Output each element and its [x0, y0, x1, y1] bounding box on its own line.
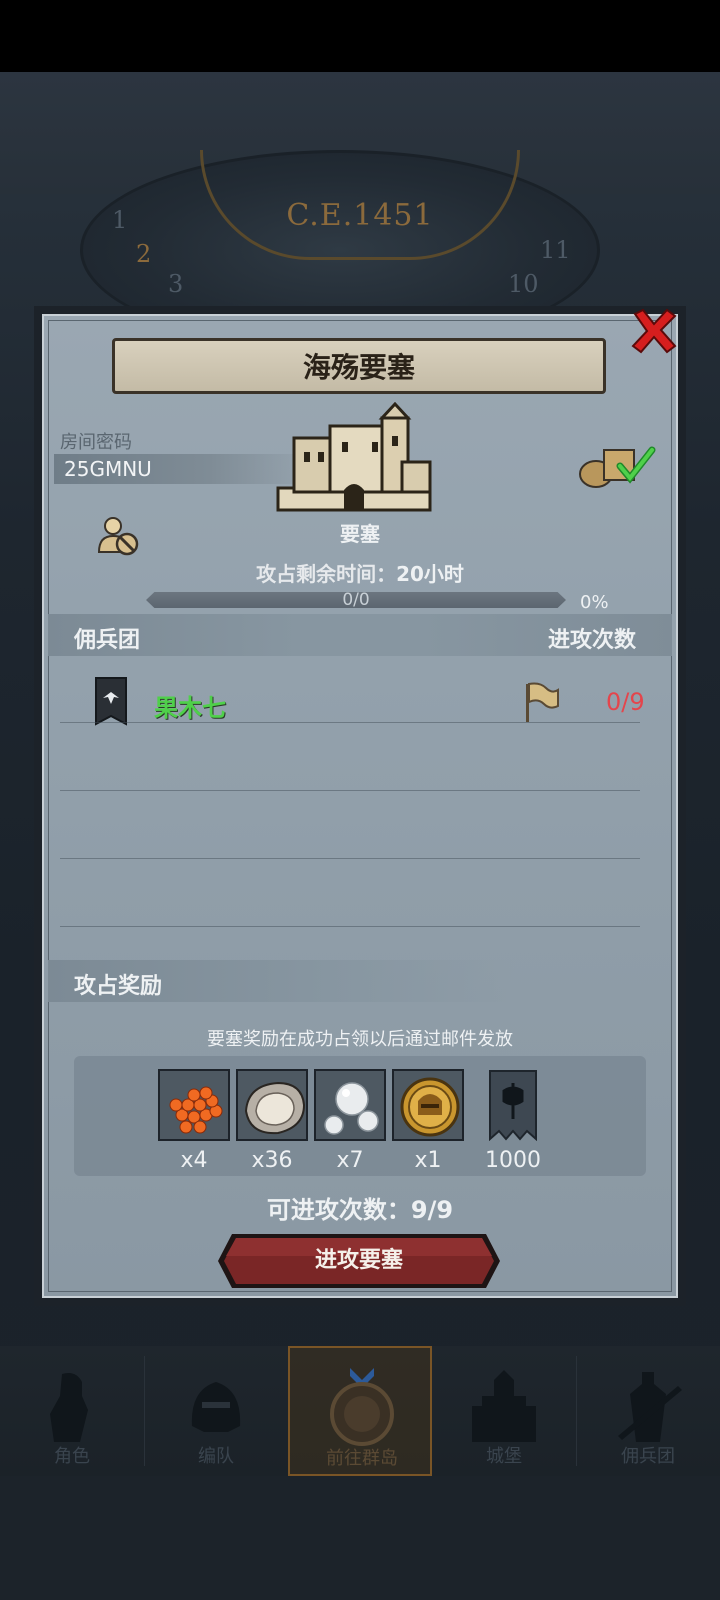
pearl-icon [316, 1071, 384, 1139]
reward-count: x7 [336, 1148, 364, 1173]
castle-icon [472, 1370, 536, 1442]
guild-name[interactable]: 果木七 [154, 688, 226, 723]
reward-item[interactable] [392, 1069, 464, 1141]
capture-progress-text: 0/0 [342, 590, 370, 610]
guild-banner-icon [489, 1070, 537, 1141]
compass-icon [330, 1368, 394, 1446]
reward-item[interactable] [158, 1069, 230, 1141]
room-code-label: 房间密码 [60, 432, 132, 453]
fortress-icon [276, 402, 432, 512]
reward-header: 攻占奖励 [74, 974, 163, 999]
reward-note: 要塞奖励在成功占领以后通过邮件发放 [207, 1029, 513, 1050]
list-divider [60, 858, 640, 859]
golden-helmet-coin-icon [394, 1071, 462, 1139]
clock-numeral: 11 [540, 236, 571, 264]
knight-icon [50, 1373, 88, 1442]
attack-fortress-button[interactable]: 进攻要塞 [216, 1232, 502, 1290]
dialog-title: 海殇要塞 [302, 351, 415, 384]
capture-progress-percent: 0% [580, 592, 609, 613]
nav-item-islands[interactable]: 前往群岛 [288, 1346, 432, 1476]
attacks-available-label: 可进攻次数： [266, 1196, 411, 1224]
close-icon [631, 308, 677, 354]
clock-numeral: 1 [112, 206, 128, 234]
attacks-available: 可进攻次数：9/9 [0, 1190, 720, 1225]
guild-attack-count: 0/9 [606, 688, 645, 716]
close-button[interactable] [626, 304, 682, 358]
reward-count: x4 [180, 1148, 208, 1173]
list-divider [60, 722, 640, 723]
capture-time-value: 20小时 [396, 562, 464, 586]
reward-count: x1 [414, 1148, 442, 1173]
clock-numeral: 3 [168, 270, 184, 298]
list-divider [60, 926, 640, 927]
list-divider [60, 790, 640, 791]
status-bar [0, 0, 720, 72]
nav-item-formation[interactable]: 编队 [144, 1346, 288, 1476]
attack-fortress-label: 进攻要塞 [314, 1248, 403, 1273]
mercenary-icon [618, 1372, 682, 1442]
reward-item[interactable] [314, 1069, 386, 1141]
nav-label: 前往群岛 [326, 1448, 398, 1469]
dialog-title-plate: 海殇要塞 [112, 338, 606, 394]
oyster-icon [238, 1071, 306, 1139]
supplies-check-icon[interactable] [576, 440, 656, 490]
attack-count-header: 进攻次数 [548, 628, 637, 653]
nav-item-castle[interactable]: 城堡 [432, 1346, 576, 1476]
user-forbidden-icon[interactable] [96, 514, 142, 558]
helmet-icon [191, 1382, 241, 1432]
reward-count: 1000 [485, 1148, 541, 1173]
guild-banner-icon [95, 677, 127, 726]
mercenary-header: 佣兵团 [74, 628, 141, 653]
era-year: C.E.1451 [286, 198, 434, 233]
nav-label: 编队 [198, 1446, 234, 1467]
room-code[interactable]: 25GMNU [64, 457, 152, 481]
reward-item[interactable] [236, 1069, 308, 1141]
clock-numeral: 10 [508, 270, 539, 298]
attacks-available-value: 9/9 [410, 1196, 454, 1224]
attack-flag-icon [526, 682, 559, 722]
bottom-area [0, 1476, 720, 1600]
roe-icon [160, 1071, 228, 1139]
nav-item-mercenary[interactable]: 佣兵团 [576, 1346, 720, 1476]
reward-count: x36 [251, 1148, 293, 1173]
capture-time-remaining: 攻占剩余时间：20小时 [0, 558, 720, 587]
nav-label: 城堡 [486, 1446, 522, 1467]
nav-label: 佣兵团 [621, 1446, 675, 1467]
clock-numeral: 2 [136, 240, 152, 268]
nav-item-character[interactable]: 角色 [0, 1346, 144, 1476]
capture-time-label: 攻占剩余时间： [256, 562, 397, 586]
reward-item[interactable] [482, 1069, 544, 1141]
nav-label: 角色 [54, 1446, 90, 1467]
